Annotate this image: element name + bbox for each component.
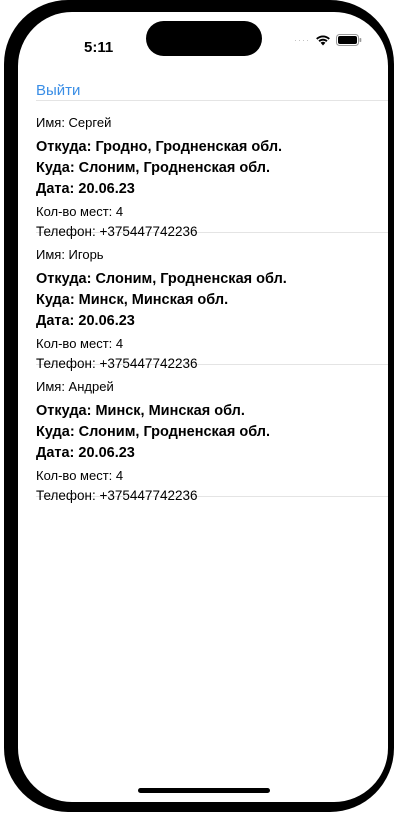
- ride-card[interactable]: Имя: Сергей Откуда: Гродно, Гродненская …: [18, 101, 388, 239]
- ride-to: Куда: Слоним, Гродненская обл.: [36, 424, 271, 440]
- ride-seats: Кол-во мест: 4: [36, 204, 124, 219]
- home-indicator[interactable]: [138, 788, 270, 793]
- ride-card[interactable]: Имя: Андрей Откуда: Минск, Минская обл. …: [18, 365, 388, 503]
- ride-from: Откуда: Гродно, Гродненская обл.: [36, 139, 283, 155]
- driver-name: Имя: Сергей: [36, 115, 112, 130]
- driver-name: Имя: Игорь: [36, 247, 104, 262]
- ride-to: Куда: Минск, Минская обл.: [36, 292, 229, 308]
- driver-name: Имя: Андрей: [36, 379, 114, 394]
- ride-date: Дата: 20.06.23: [36, 181, 135, 197]
- status-icons: ····: [294, 34, 362, 46]
- phone-frame: 5:11 ···· Выйти Имя: Сергей Откуда: Грод…: [4, 0, 394, 812]
- ride-date: Дата: 20.06.23: [36, 445, 135, 461]
- wifi-icon: [315, 34, 331, 46]
- ride-seats: Кол-во мест: 4: [36, 468, 124, 483]
- status-time: 5:11: [84, 39, 114, 56]
- ride-seats: Кол-во мест: 4: [36, 336, 124, 351]
- screen: 5:11 ···· Выйти Имя: Сергей Откуда: Грод…: [18, 12, 388, 802]
- ride-date: Дата: 20.06.23: [36, 313, 135, 329]
- battery-icon: [336, 34, 362, 46]
- signal-icon: ····: [294, 35, 310, 45]
- ride-card[interactable]: Имя: Игорь Откуда: Слоним, Гродненская о…: [18, 233, 388, 371]
- ride-from: Откуда: Слоним, Гродненская обл.: [36, 271, 287, 287]
- logout-button[interactable]: Выйти: [36, 82, 80, 99]
- dynamic-island: [146, 21, 262, 56]
- ride-list: Имя: Сергей Откуда: Гродно, Гродненская …: [18, 100, 388, 503]
- ride-to: Куда: Слоним, Гродненская обл.: [36, 160, 271, 176]
- ride-from: Откуда: Минск, Минская обл.: [36, 403, 245, 419]
